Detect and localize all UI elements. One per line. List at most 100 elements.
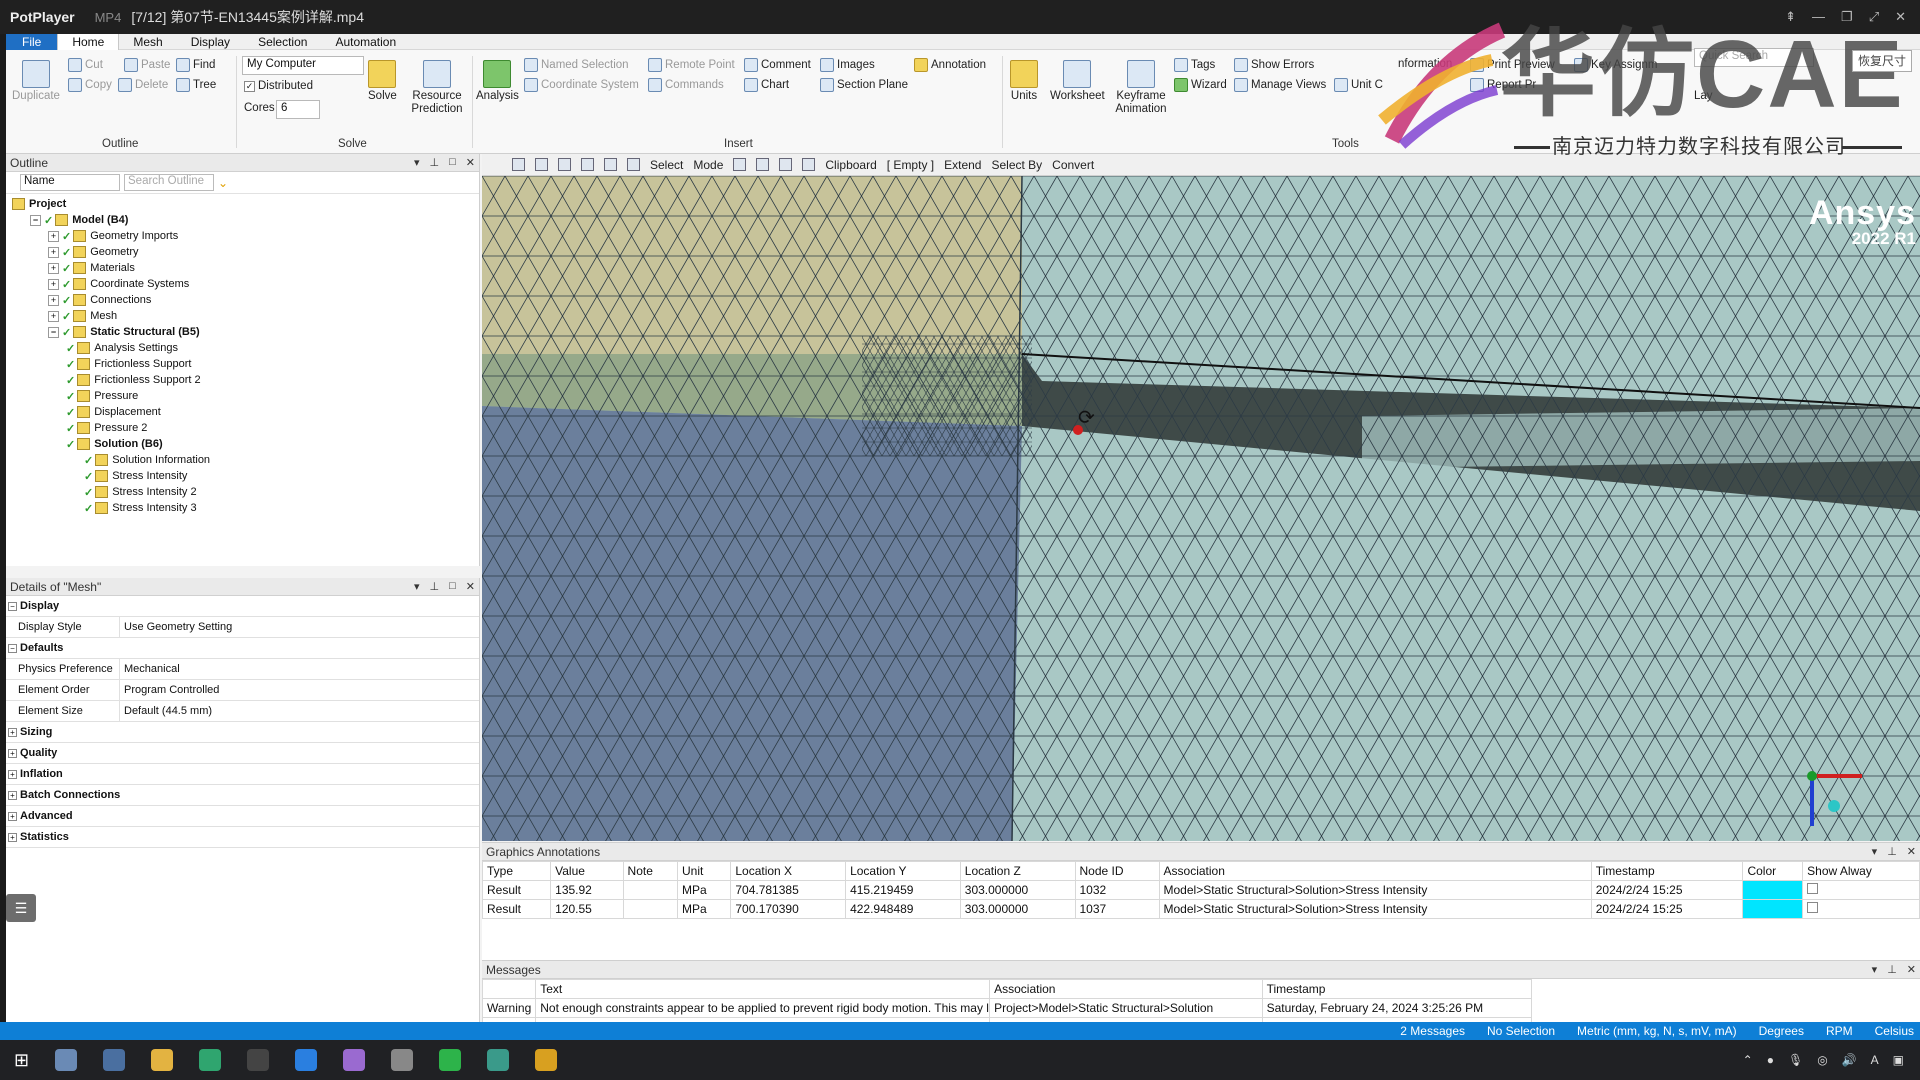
- section-plane-button[interactable]: Section Plane: [820, 78, 908, 92]
- annotations-column-header[interactable]: Location X: [730, 861, 847, 881]
- close-icon[interactable]: ✕: [1895, 9, 1906, 25]
- face-select-icon[interactable]: [779, 158, 793, 171]
- mode-button[interactable]: Mode: [693, 158, 723, 172]
- expand-toggle-icon[interactable]: +: [8, 769, 17, 779]
- close-icon[interactable]: ✕: [466, 156, 475, 169]
- expand-toggle-icon[interactable]: −: [8, 643, 17, 653]
- tree-item-pressure[interactable]: ✓ Pressure: [6, 388, 479, 404]
- pin-icon[interactable]: ⊥: [430, 156, 440, 169]
- microphone-icon[interactable]: 🎙: [1788, 1053, 1803, 1067]
- menu-home[interactable]: Home: [57, 34, 120, 50]
- details-section-inflation[interactable]: + Inflation: [6, 764, 479, 785]
- dropdown-icon[interactable]: ▾: [1872, 845, 1878, 858]
- computer-select[interactable]: My Computer: [242, 56, 364, 75]
- app-icon[interactable]: [55, 1049, 78, 1071]
- cores-input[interactable]: 6: [276, 100, 320, 119]
- maximize-icon[interactable]: □: [449, 156, 456, 169]
- details-section-advanced[interactable]: + Advanced: [6, 806, 479, 827]
- tree-item-stress-intensity-3[interactable]: ✓ Stress Intensity 3: [6, 500, 479, 516]
- details-section-defaults[interactable]: − Defaults: [6, 638, 479, 659]
- tree-item-materials[interactable]: + ✓ Materials: [6, 260, 479, 276]
- tree-item-frictionless-support[interactable]: ✓ Frictionless Support: [6, 356, 479, 372]
- analysis-button[interactable]: Analysis: [476, 60, 519, 103]
- layout-button[interactable]: Lay: [1694, 90, 1713, 102]
- mesh-view[interactable]: ⟳: [482, 176, 1920, 841]
- menu-file[interactable]: File: [6, 34, 58, 50]
- expand-toggle-icon[interactable]: +: [8, 832, 17, 842]
- tree-item-model-b4[interactable]: − ✓ Model (B4): [6, 212, 479, 228]
- zoom-out-icon[interactable]: [535, 158, 548, 171]
- outline-name-filter[interactable]: Name: [20, 174, 120, 191]
- fullscreen-icon[interactable]: ⤢: [1869, 9, 1879, 25]
- body-select-icon[interactable]: [802, 158, 816, 171]
- annotations-column-header[interactable]: Node ID: [1074, 861, 1160, 881]
- app-icon[interactable]: [487, 1049, 510, 1071]
- restore-size-button[interactable]: 恢复尺寸: [1852, 50, 1912, 72]
- annotations-column-header[interactable]: Note: [622, 861, 678, 881]
- tags-button[interactable]: Tags: [1174, 58, 1215, 72]
- app-icon[interactable]: [343, 1049, 366, 1071]
- close-icon[interactable]: ✕: [1907, 963, 1916, 976]
- dropdown-icon[interactable]: ▾: [414, 580, 420, 593]
- dropdown-icon[interactable]: ▾: [414, 156, 420, 169]
- status-temperature[interactable]: Celsius: [1875, 1024, 1914, 1038]
- details-row-display-style[interactable]: Display Style Use Geometry Setting: [6, 617, 479, 638]
- menu-automation[interactable]: Automation: [321, 34, 410, 50]
- menu-mesh[interactable]: Mesh: [119, 34, 176, 50]
- tree-item-stress-intensity[interactable]: ✓ Stress Intensity: [6, 468, 479, 484]
- annotations-column-header[interactable]: Timestamp: [1590, 861, 1744, 881]
- notification-icon[interactable]: ▣: [1893, 1053, 1904, 1067]
- keyframe-animation-button[interactable]: Keyframe Animation: [1110, 60, 1172, 116]
- worksheet-button[interactable]: Worksheet: [1050, 60, 1105, 103]
- show-always-checkbox[interactable]: [1802, 899, 1920, 919]
- extend-button[interactable]: Extend: [944, 158, 981, 172]
- pin-icon[interactable]: ⇞: [1785, 9, 1796, 25]
- network-icon[interactable]: ◎: [1817, 1053, 1827, 1067]
- tree-item-stress-intensity-2[interactable]: ✓ Stress Intensity 2: [6, 484, 479, 500]
- expand-toggle-icon[interactable]: +: [8, 748, 17, 758]
- details-row-element-order[interactable]: Element Order Program Controlled: [6, 680, 479, 701]
- print-preview-button[interactable]: Print Preview: [1470, 58, 1555, 72]
- maximize-icon[interactable]: □: [449, 580, 456, 593]
- annotation-button[interactable]: Annotation: [914, 58, 986, 72]
- coordinate-system-button[interactable]: Coordinate System: [524, 78, 639, 92]
- comment-button[interactable]: Comment: [744, 58, 811, 72]
- calculator-icon[interactable]: [103, 1049, 126, 1071]
- commands-button[interactable]: Commands: [648, 78, 724, 92]
- select-by-button[interactable]: Select By: [991, 158, 1042, 172]
- messages-column-header[interactable]: Text: [535, 979, 991, 999]
- status-degrees[interactable]: Degrees: [1759, 1024, 1804, 1038]
- show-always-checkbox[interactable]: [1802, 880, 1920, 900]
- expand-toggle-icon[interactable]: −: [48, 326, 59, 338]
- key-assignments-button[interactable]: Key Assignm: [1574, 58, 1657, 72]
- expand-toggle-icon[interactable]: +: [48, 310, 59, 322]
- expand-toggle-icon[interactable]: +: [8, 790, 17, 800]
- search-outline-input[interactable]: Search Outline: [124, 174, 214, 191]
- view-icon[interactable]: [558, 158, 571, 171]
- annotation-row[interactable]: Result 120.55 MPa 700.170390 422.948489 303.0…: [481, 899, 1920, 919]
- expand-toggle-icon[interactable]: +: [48, 246, 59, 258]
- expand-toggle-icon[interactable]: +: [8, 811, 17, 821]
- status-units[interactable]: Metric (mm, kg, N, s, mV, mA): [1577, 1024, 1737, 1038]
- annotations-column-header[interactable]: Value: [550, 861, 624, 881]
- select-button[interactable]: Select: [650, 158, 683, 172]
- solve-button[interactable]: Solve: [368, 60, 397, 103]
- details-row-element-size[interactable]: Element Size Default (44.5 mm): [6, 701, 479, 722]
- app-icon[interactable]: [199, 1049, 222, 1071]
- annotation-row[interactable]: Result 135.92 MPa 704.781385 415.219459 303.0…: [481, 880, 1920, 900]
- rotate-icon[interactable]: [581, 158, 594, 171]
- minimize-icon[interactable]: —: [1812, 9, 1825, 25]
- distributed-checkbox[interactable]: ✓ Distributed: [244, 80, 313, 92]
- wizard-button[interactable]: Wizard: [1174, 78, 1227, 92]
- resource-prediction-button[interactable]: Resource Prediction: [406, 60, 468, 116]
- expand-toggle-icon[interactable]: +: [48, 262, 59, 274]
- mechanical-icon[interactable]: [535, 1049, 558, 1071]
- details-section-statistics[interactable]: + Statistics: [6, 827, 479, 848]
- edge-select-icon[interactable]: [756, 158, 770, 171]
- zoom-in-icon[interactable]: [512, 158, 525, 171]
- expand-toggle-icon[interactable]: −: [8, 601, 17, 611]
- player-app-name[interactable]: PotPlayer: [0, 9, 85, 25]
- chevron-up-icon[interactable]: ⌃: [1743, 1053, 1753, 1067]
- tree-item-geometry-imports[interactable]: + ✓ Geometry Imports: [6, 228, 479, 244]
- details-value[interactable]: Default (44.5 mm): [120, 705, 212, 717]
